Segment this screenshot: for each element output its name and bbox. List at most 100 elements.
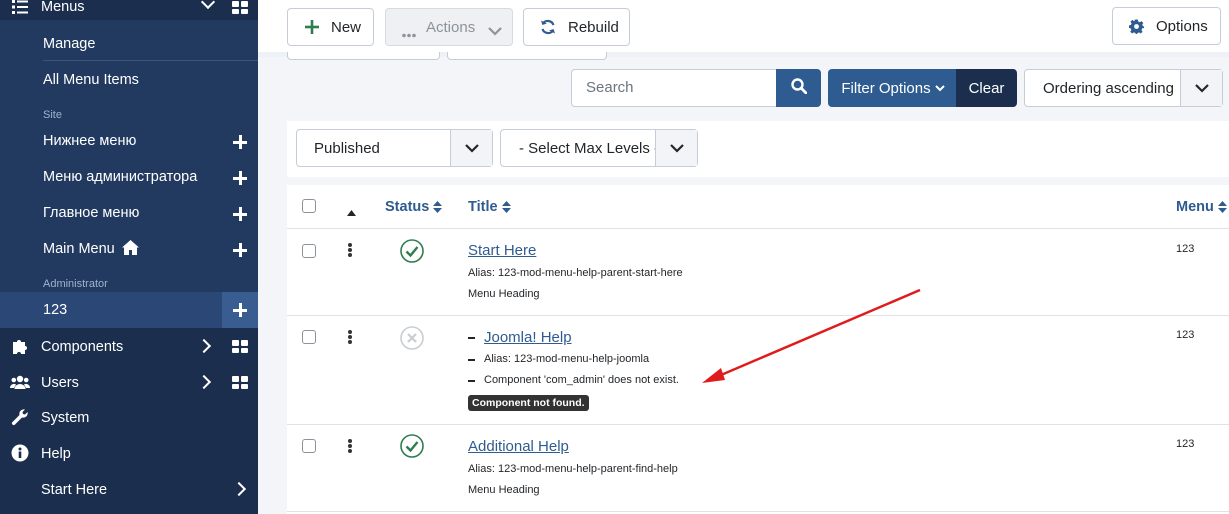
search-input[interactable]: Search (571, 69, 777, 107)
dashboard-grid-icon[interactable] (232, 376, 248, 389)
sidebar-submenu: Manage All Menu Items Site Нижнее меню М… (0, 20, 258, 328)
sidebar-menus-label: Menus (41, 0, 85, 15)
sidebar-item-label: Users (41, 375, 79, 391)
menu-header-label: Menu (1176, 199, 1214, 215)
published-check-icon[interactable] (400, 434, 424, 458)
actions-label: Actions (426, 19, 476, 36)
divider (43, 60, 258, 61)
row-checkbox[interactable] (302, 244, 316, 258)
options-button[interactable]: Options (1112, 7, 1221, 45)
item-title-link[interactable]: Joomla! Help (484, 329, 572, 346)
sidebar-item-all-menu-items[interactable]: All Menu Items (43, 72, 139, 88)
new-button[interactable]: New (287, 8, 374, 46)
plus-icon (305, 20, 319, 34)
item-menu: 123 (1176, 329, 1195, 341)
sync-icon (540, 19, 556, 39)
item-alias: Alias: 123-mod-menu-help-parent-start-he… (468, 267, 683, 279)
item-alias: Alias: 123-mod-menu-help-parent-find-hel… (468, 463, 678, 475)
clear-button[interactable]: Clear (956, 69, 1017, 107)
search-button[interactable] (776, 69, 821, 107)
chevron-down-icon (450, 130, 492, 166)
divider (287, 511, 1229, 512)
chevron-down-icon[interactable] (200, 0, 216, 10)
table-row: Additional Help Alias: 123-mod-menu-help… (287, 425, 1229, 511)
chevron-right-icon (196, 338, 212, 354)
sidebar-item-menu-3[interactable]: Главное меню (43, 205, 139, 221)
level-dash (468, 380, 475, 382)
item-menu: 123 (1176, 243, 1195, 255)
chevron-down-icon (1180, 70, 1222, 106)
row-checkbox[interactable] (302, 439, 316, 453)
ellipsis-icon (402, 25, 416, 42)
chevron-down-icon (655, 130, 697, 166)
status-badge: Component not found. (468, 395, 589, 411)
sidebar-item-start-here[interactable]: Start Here (0, 472, 258, 508)
add-menu-item-icon[interactable] (232, 242, 248, 258)
sidebar-item-menu-2[interactable]: Меню администратора (43, 169, 197, 185)
sidebar-item-system[interactable]: System (0, 400, 258, 436)
rebuild-label: Rebuild (568, 19, 619, 36)
sidebar-item-help[interactable]: Help (0, 436, 258, 472)
ordering-sort-icon[interactable] (347, 203, 356, 221)
filter-options-button[interactable]: Filter Options (828, 69, 958, 107)
sidebar-item-menu-1[interactable]: Нижнее меню (43, 133, 136, 149)
select-all-checkbox[interactable] (302, 199, 316, 213)
search-icon (790, 77, 807, 99)
chevron-right-icon (231, 481, 247, 497)
caret-down-icon (934, 84, 945, 92)
sidebar-item-label: Start Here (41, 482, 108, 498)
list-icon (10, 0, 30, 17)
add-menu-item-icon[interactable] (232, 206, 248, 222)
ordering-select[interactable]: Ordering ascending (1024, 69, 1223, 107)
unpublished-x-icon[interactable] (400, 326, 424, 350)
sidebar-item-components[interactable]: Components (0, 328, 258, 364)
sidebar-item-label: Help (41, 446, 71, 462)
users-icon (10, 372, 30, 392)
dashboard-grid-icon[interactable] (232, 1, 248, 14)
sidebar-item-users[interactable]: Users (0, 364, 258, 400)
sidebar-item-menu-4[interactable]: Main Menu (43, 241, 115, 257)
row-checkbox[interactable] (302, 330, 316, 344)
sidebar-item-admin-menu[interactable]: 123 (0, 292, 258, 328)
item-error-message: Component 'com_admin' does not exist. (484, 374, 679, 386)
new-button-label: New (331, 19, 362, 36)
max-levels-select[interactable]: - Select Max Levels - (500, 129, 698, 167)
drag-handle-icon[interactable] (348, 330, 352, 344)
ordering-value: Ordering ascending (1043, 80, 1174, 97)
sidebar-item-manage[interactable]: Manage (43, 36, 95, 52)
item-alias: Alias: 123-mod-menu-help-joomla (484, 353, 650, 365)
add-menu-item-button[interactable] (222, 292, 258, 328)
menu-header[interactable]: Menu (1176, 185, 1227, 229)
add-menu-item-icon[interactable] (232, 170, 248, 186)
sidebar-menus-header[interactable]: Menus (0, 0, 258, 20)
dashboard-grid-icon[interactable] (232, 340, 248, 353)
item-title-link[interactable]: Start Here (468, 242, 536, 259)
published-filter-select[interactable]: Published (296, 129, 493, 167)
item-type: Menu Heading (468, 484, 540, 496)
puzzle-icon (10, 336, 30, 356)
max-levels-value: - Select Max Levels - (519, 140, 660, 157)
published-check-icon[interactable] (400, 239, 424, 263)
chevron-down-icon (488, 23, 502, 40)
plus-icon (232, 302, 248, 318)
level-dash (468, 337, 475, 339)
title-header-label: Title (468, 199, 498, 215)
status-header[interactable]: Status (385, 185, 443, 229)
info-icon (10, 443, 30, 463)
add-menu-item-icon[interactable] (232, 134, 248, 150)
level-dash (468, 359, 475, 361)
sort-icon (1217, 201, 1227, 213)
sidebar-item-label: Components (41, 339, 124, 355)
drag-handle-icon[interactable] (348, 439, 352, 453)
drag-handle-icon[interactable] (348, 243, 352, 257)
title-header[interactable]: Title (468, 185, 511, 229)
wrench-icon (10, 407, 30, 427)
rebuild-button[interactable]: Rebuild (523, 8, 630, 46)
annotation-arrow (702, 288, 921, 383)
sidebar: Menus Manage All Menu Items Site Нижнее … (0, 0, 258, 514)
item-title-link[interactable]: Additional Help (468, 438, 569, 455)
options-label: Options (1156, 18, 1208, 35)
actions-dropdown[interactable]: Actions (385, 8, 513, 46)
sort-icon (501, 201, 511, 213)
sort-icon (433, 201, 443, 213)
